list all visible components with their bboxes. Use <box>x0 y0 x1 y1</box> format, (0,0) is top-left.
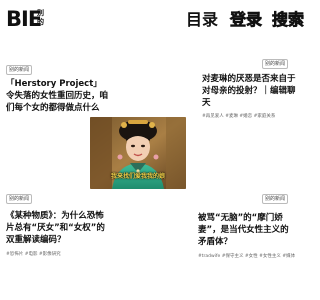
card-2-hashtags: #再见爱人 #麦琳 #婚恋 #家庭关系 <box>202 114 276 119</box>
card-4-title[interactable]: 被骂“无脑”的“摩门娇妻”，是当代女性主义的矛盾体？ <box>198 212 296 248</box>
logo-subtext: 别的 <box>37 9 44 26</box>
nav-catalog[interactable]: 目录 <box>186 9 218 31</box>
card-3-title[interactable]: 《某种物质》：为什么恐怖片总有“厌女”和“女权”的双重解读编码？ <box>6 210 106 246</box>
card-1-title[interactable]: 「Herstory Project」令失落的女性重回历史，咱们每个女的都得做点什… <box>6 78 109 114</box>
card-1-tag[interactable]: 别的新闻 <box>6 65 33 75</box>
card-2-tag[interactable]: 别的新闻 <box>262 59 289 69</box>
logo-wordmark: BIE <box>6 7 42 31</box>
hero-subtitle: 我来找们爱我我的娘 <box>110 173 165 180</box>
card-4-hashtags: #tradwife #保守主义 #女性 #女性主义 #媒体 <box>198 254 296 259</box>
nav-login[interactable]: 登录 <box>230 9 263 31</box>
site-logo[interactable]: BIE 别的 <box>6 6 50 34</box>
nav-search[interactable]: 搜索 <box>272 9 305 31</box>
card-3-hashtags: #恐怖片 #电影 #影像研究 <box>6 252 61 257</box>
card-3-tag[interactable]: 别的新闻 <box>6 194 33 204</box>
card-4-tag[interactable]: 别的新闻 <box>262 194 289 204</box>
hero-image[interactable]: 我来找们爱我我的娘 <box>90 117 186 189</box>
card-2-title[interactable]: 对麦琳的厌恶是否来自于对母亲的投射？｜编辑聊天 <box>202 73 296 109</box>
